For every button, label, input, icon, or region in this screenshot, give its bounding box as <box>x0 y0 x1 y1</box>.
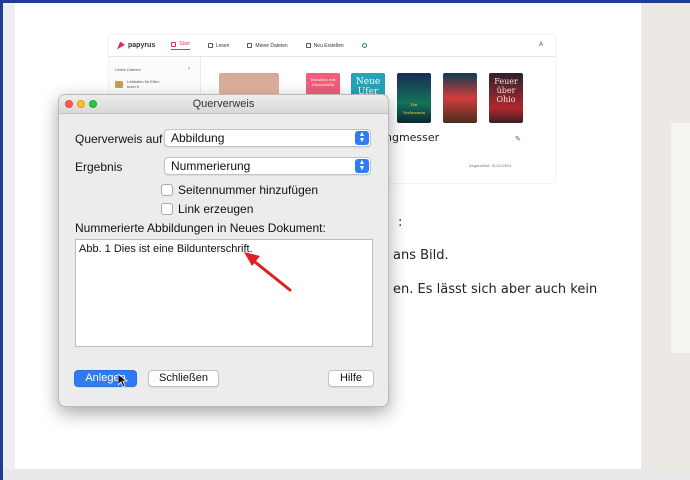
nav-label: Lesen <box>215 42 230 49</box>
link-checkbox-row[interactable]: Link erzeugen <box>161 202 253 216</box>
dialog-title: Querverweis <box>192 98 255 110</box>
list-item[interactable]: Abb. 1 Dies ist eine Bildunterschrift. <box>79 243 253 255</box>
nav-label: Meine Dateien <box>255 42 288 49</box>
book-cover[interactable] <box>443 73 477 123</box>
edit-icon[interactable]: ✎ <box>515 135 521 143</box>
document-text-line: : <box>398 215 403 230</box>
logo-text: papyrus <box>128 42 156 49</box>
figures-list-label: Nummerierte Abbildungen in Neues Dokumen… <box>75 221 326 235</box>
result-select-value: Nummerierung <box>171 159 251 173</box>
papyrus-logo: papyrus <box>117 41 156 50</box>
background-paper <box>671 123 690 353</box>
link-checkbox-label: Link erzeugen <box>178 202 254 216</box>
nav-extra[interactable] <box>361 43 370 48</box>
book-icon <box>207 43 213 48</box>
nav-meine-dateien[interactable]: Meine Dateien <box>247 42 288 49</box>
figures-listbox[interactable]: Abb. 1 Dies ist eine Bildunterschrift. <box>75 239 373 347</box>
link-checkbox[interactable] <box>161 203 173 215</box>
cover-title: Die Verlorenen <box>402 102 426 115</box>
book-cover[interactable]: Die Verlorenen <box>397 73 431 123</box>
mouse-pointer-icon <box>118 374 128 388</box>
nav-label: Start <box>179 41 190 47</box>
papyrus-logo-icon <box>117 41 125 50</box>
app-navbar: papyrus Start Lesen Meine Dateien Neu Er… <box>109 35 555 57</box>
updown-arrows-icon: ▲ ▼ <box>355 131 369 145</box>
page-number-checkbox-row[interactable]: Seitennummer hinzufügen <box>161 183 318 197</box>
book-cover[interactable]: Feuer über Ohio <box>489 73 523 123</box>
cover-title: Tomaten mit Mozzarella <box>310 77 336 87</box>
new-icon <box>305 43 311 48</box>
nav-start[interactable]: Start <box>171 41 190 50</box>
document-text-line: ans Bild. <box>393 248 449 263</box>
reference-label: Querverweis auf <box>75 132 163 146</box>
result-label: Ergebnis <box>75 160 123 174</box>
file-icon <box>115 80 123 88</box>
nav-lesen[interactable]: Lesen <box>207 42 230 49</box>
reference-select-value: Abbildung <box>171 131 225 145</box>
dialog-titlebar[interactable]: Querverweis <box>59 95 388 114</box>
nav-label: Neu Erstellen <box>313 42 344 49</box>
refresh-icon <box>361 43 367 48</box>
folder-icon <box>247 43 253 48</box>
annotation-arrow-icon <box>244 252 292 292</box>
arrow-right-icon[interactable]: › <box>188 66 190 72</box>
avatar[interactable]: A <box>539 42 543 48</box>
page-number-checkbox[interactable] <box>161 184 173 196</box>
sidebar-heading: Letzte Dateien <box>115 67 141 72</box>
page-number-checkbox-label: Seitennummer hinzufügen <box>178 183 319 197</box>
nav-neu-erstellen[interactable]: Neu Erstellen <box>305 42 344 49</box>
sidebar-file-item[interactable]: Leitfaden für Elfen buch h <box>115 79 159 89</box>
cross-reference-dialog: Querverweis Querverweis auf Abbildung ▲ ▼… <box>58 94 389 407</box>
reference-select[interactable]: Abbildung ▲ ▼ <box>164 129 371 147</box>
deadline-text: Abgabefrist: 31/12/2024 <box>469 163 512 168</box>
close-button[interactable]: Schließen <box>148 370 219 387</box>
document-text-line: en. Es lässt sich aber auch kein <box>393 282 598 297</box>
bottom-margin <box>3 469 690 480</box>
side-margin <box>641 3 690 477</box>
home-icon <box>171 41 177 47</box>
help-button[interactable]: Hilfe <box>328 370 374 387</box>
result-select[interactable]: Nummerierung ▲ ▼ <box>164 157 371 175</box>
cover-title: Feuer über Ohio <box>494 77 518 104</box>
book-title-fragment: ngmesser <box>385 131 440 144</box>
updown-arrows-icon: ▲ ▼ <box>355 159 369 173</box>
file-sub: buch h <box>127 84 140 89</box>
